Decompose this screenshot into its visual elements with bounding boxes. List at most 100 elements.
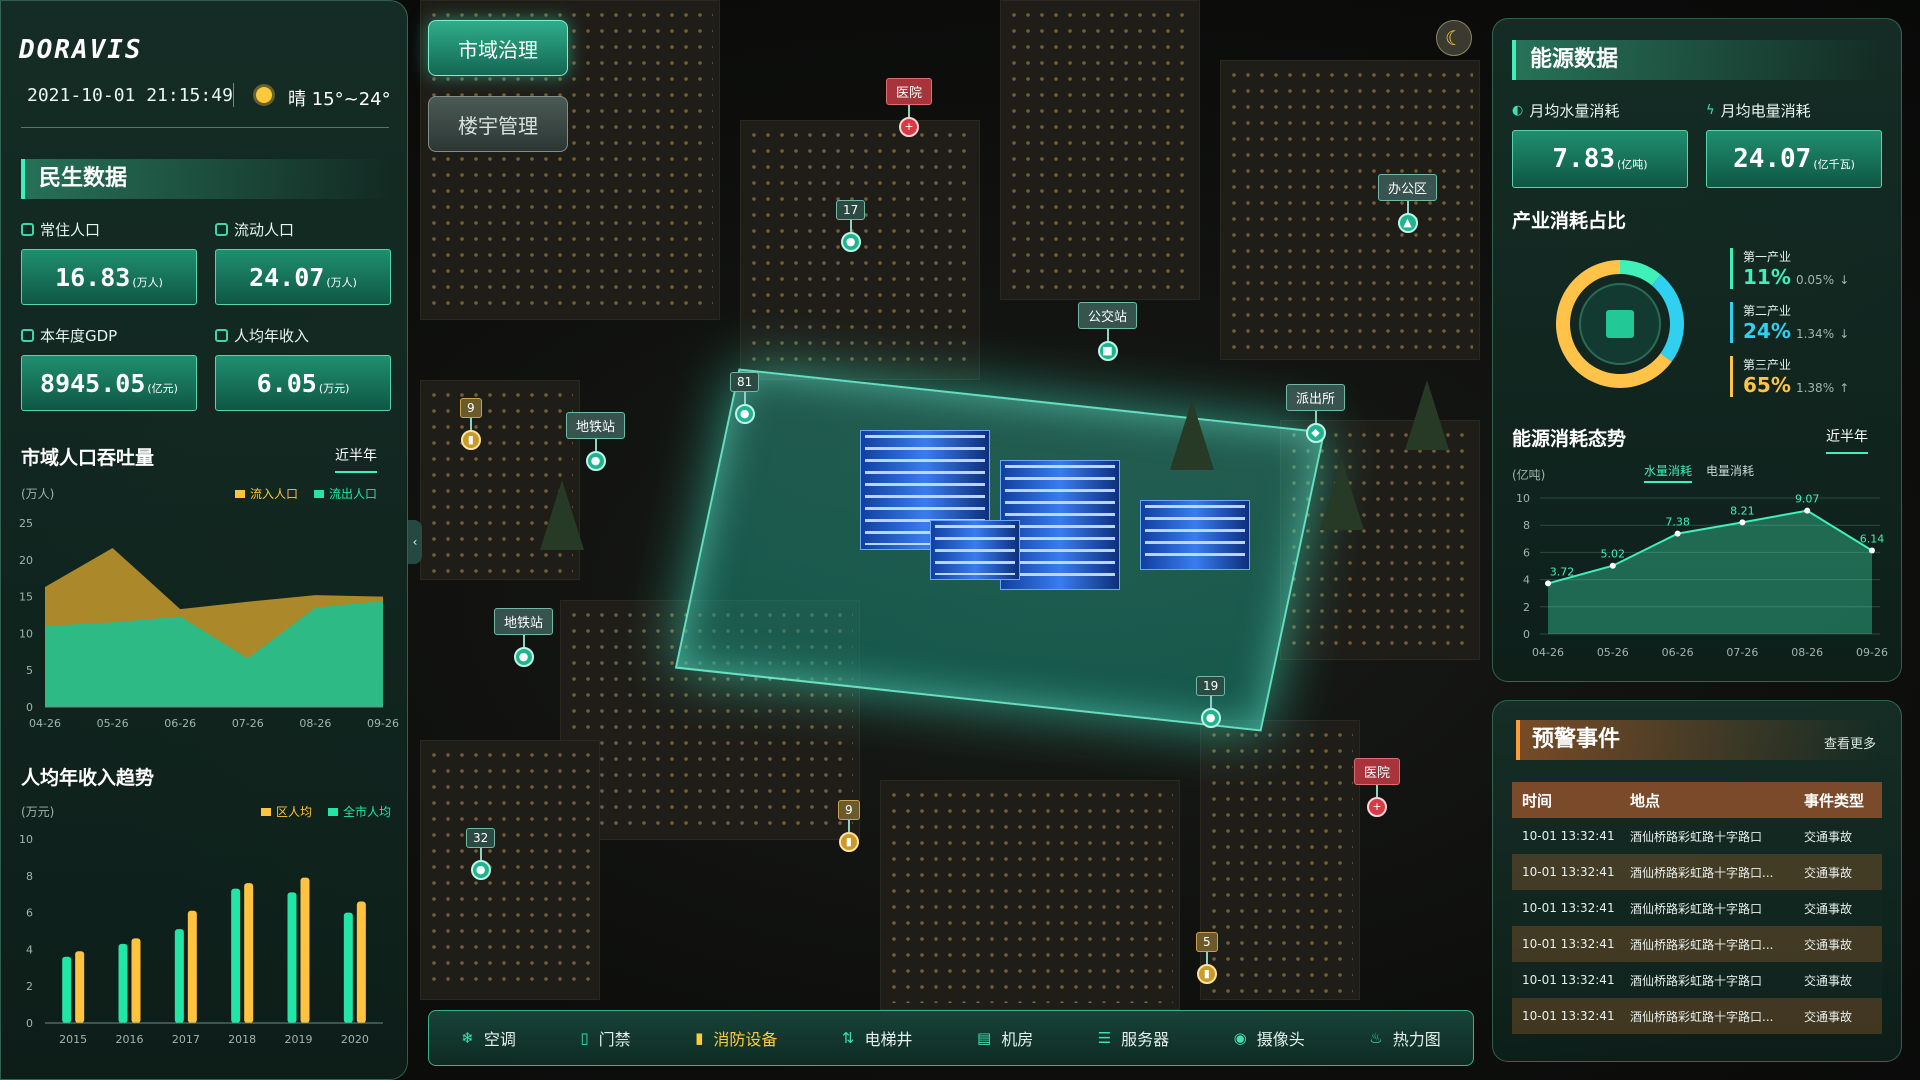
cell-type: 交通事故 (1794, 962, 1882, 998)
water-label: ◐ 月均水量消耗 (1512, 100, 1619, 121)
hospital-icon: + (899, 117, 919, 137)
x-tick-label: 2017 (172, 1033, 200, 1046)
marker-label: 公交站 (1078, 302, 1138, 329)
legend-label: 流入人口 (250, 487, 299, 501)
marker-stem (1205, 952, 1208, 964)
location-pin-icon: ● (470, 860, 491, 880)
bar-district (287, 892, 297, 1023)
chart-unit: (万人) (21, 487, 55, 501)
range-selector[interactable]: 近半年 (1826, 426, 1868, 454)
donut-slice (1620, 260, 1661, 286)
toolbar-air-conditioner[interactable]: ❄ 空调 (461, 1026, 516, 1050)
weather-text: 晴 15°~24° (288, 89, 391, 110)
marker-office[interactable]: 办公区 ▲ (1378, 174, 1438, 233)
toolbar-camera[interactable]: ◉ 摄像头 (1234, 1026, 1305, 1050)
city-governance-button[interactable]: 市域治理 (428, 20, 568, 76)
hospital-icon: + (1367, 797, 1387, 817)
industry-pct: 65% (1743, 373, 1791, 397)
table-row[interactable]: 10-01 13:32:41 酒仙桥路彩虹路十字路口... 交通事故 (1512, 998, 1882, 1034)
marker-stem (1106, 329, 1109, 341)
toolbar-machine-room[interactable]: ▤ 机房 (977, 1026, 1033, 1050)
table-header-row: 时间 地点 事件类型 (1512, 782, 1882, 818)
x-tick-label: 05-26 (1597, 646, 1629, 659)
table-row[interactable]: 10-01 13:32:41 酒仙桥路彩虹路十字路口... 交通事故 (1512, 926, 1882, 962)
x-tick-label: 2019 (285, 1033, 313, 1046)
industry-donut-chart[interactable] (1540, 244, 1700, 404)
collapse-left-panel-button[interactable]: ‹ (408, 520, 422, 564)
marker-bus-stop[interactable]: 公交站 ■ (1078, 302, 1138, 361)
fire-extinguisher-icon: ▮ (838, 832, 859, 852)
industry-delta: 0.05% (1795, 273, 1835, 287)
bar-district (118, 943, 128, 1023)
marker-9[interactable]: 9 ▮ (838, 800, 860, 852)
kpi-label-text: 月均电量消耗 (1720, 102, 1811, 120)
tab-water[interactable]: 水量消耗 (1644, 462, 1693, 483)
toolbar-fire-equipment[interactable]: ▮ 消防设备 (695, 1026, 777, 1050)
tab-power[interactable]: 电量消耗 (1706, 462, 1754, 483)
marker-label: 17 (836, 200, 866, 220)
marker-81[interactable]: 81 ● (730, 372, 760, 424)
marker-hospital[interactable]: 医院 + (886, 78, 933, 137)
data-label: 9.07 (1795, 493, 1820, 506)
tree (1170, 400, 1214, 470)
marker-police[interactable]: 派出所 ◆ (1286, 384, 1346, 443)
toolbar-elevator[interactable]: ⇅ 电梯井 (842, 1026, 913, 1050)
income-bar-chart[interactable]: 0 2 4 6 8 10 2015 2016 2017 2018 2019 2020 (11, 823, 401, 1063)
datetime: 2021-10-01 21:15:49 (27, 85, 233, 106)
toolbar-label: 机房 (1001, 1030, 1034, 1049)
population-area-chart[interactable]: 0 5 10 15 20 25 04-26 05-26 06-26 07-26 08-26 09-26 (11, 509, 401, 739)
view-more-link[interactable]: 查看更多 (1824, 733, 1876, 752)
marker-stem (908, 105, 910, 117)
energy-trend-title: 能源消耗态势 (1512, 428, 1627, 450)
industry-tertiary: 第三产业 65% 1.38% ↑ (1730, 356, 1849, 397)
marker-label: 9 (460, 398, 482, 418)
y-tick-label: 6 (26, 907, 33, 920)
bar-city (187, 910, 197, 1023)
data-label: 5.02 (1601, 548, 1626, 561)
cell-place: 酒仙桥路彩虹路十字路口... (1620, 854, 1794, 890)
marker-label: 派出所 (1286, 384, 1346, 411)
range-selector[interactable]: 近半年 (335, 445, 377, 473)
heatmap-icon: ♨ (1369, 1029, 1383, 1047)
night-mode-toggle[interactable]: ☾ (1436, 20, 1472, 56)
col-place: 地点 (1620, 782, 1794, 818)
gdp-card: 8945.05 (亿元) (21, 355, 197, 411)
kpi-unit: (亿元) (147, 382, 178, 395)
toolbar-heatmap[interactable]: ♨ 热力图 (1369, 1026, 1440, 1050)
table-row[interactable]: 10-01 13:32:41 酒仙桥路彩虹路十字路口 交通事故 (1512, 818, 1882, 854)
energy-trend-chart[interactable]: 0 2 4 6 8 10 04-26 05-26 06-26 07-26 08-26 09-26 3.7… (1500, 484, 1896, 670)
table-row[interactable]: 10-01 13:32:41 酒仙桥路彩虹路十字路口 交通事故 (1512, 962, 1882, 998)
marker-5[interactable]: 5 ▮ (1196, 932, 1218, 984)
toolbar-label: 电梯井 (864, 1030, 913, 1049)
chart-legend: 流入人口 流出人口 (235, 485, 377, 502)
marker-17[interactable]: 17 ● (836, 200, 866, 252)
x-tick-label: 05-26 (97, 717, 129, 730)
energy-title: 能源数据 (1512, 40, 1882, 80)
marker-stem (743, 392, 746, 404)
energy-trend-tabs: 水量消耗 电量消耗 (1644, 462, 1754, 483)
data-point (1869, 547, 1875, 554)
table-row[interactable]: 10-01 13:32:41 酒仙桥路彩虹路十字路口... 交通事故 (1512, 854, 1882, 890)
livelihood-title: 民生数据 (21, 159, 389, 199)
y-tick-label: 10 (19, 627, 33, 640)
metro-icon: ● (513, 647, 534, 667)
door-icon: ▯ (580, 1029, 589, 1047)
toolbar-server[interactable]: ☰ 服务器 (1098, 1026, 1169, 1050)
marker-metro[interactable]: 地铁站 ● (566, 412, 626, 471)
table-row[interactable]: 10-01 13:32:41 酒仙桥路彩虹路十字路口 交通事故 (1512, 890, 1882, 926)
building-management-button[interactable]: 楼宇管理 (428, 96, 568, 152)
marker-32[interactable]: 32 ● (466, 828, 496, 880)
divider (233, 83, 234, 107)
kpi-value: 24.07 (249, 262, 325, 292)
marker-9[interactable]: 9 ▮ (460, 398, 482, 450)
industry-name: 第一产业 (1743, 250, 1792, 264)
marker-19[interactable]: 19 ● (1196, 676, 1226, 728)
marker-metro[interactable]: 地铁站 ● (494, 608, 554, 667)
x-tick-label: 07-26 (232, 717, 264, 730)
marker-label: 19 (1196, 676, 1226, 696)
toolbar-access-control[interactable]: ▯ 门禁 (580, 1026, 630, 1050)
marker-stem (594, 439, 597, 451)
industry-title: 产业消耗占比 (1512, 210, 1627, 232)
marker-hospital[interactable]: 医院 + (1354, 758, 1401, 817)
marker-stem (847, 820, 850, 832)
